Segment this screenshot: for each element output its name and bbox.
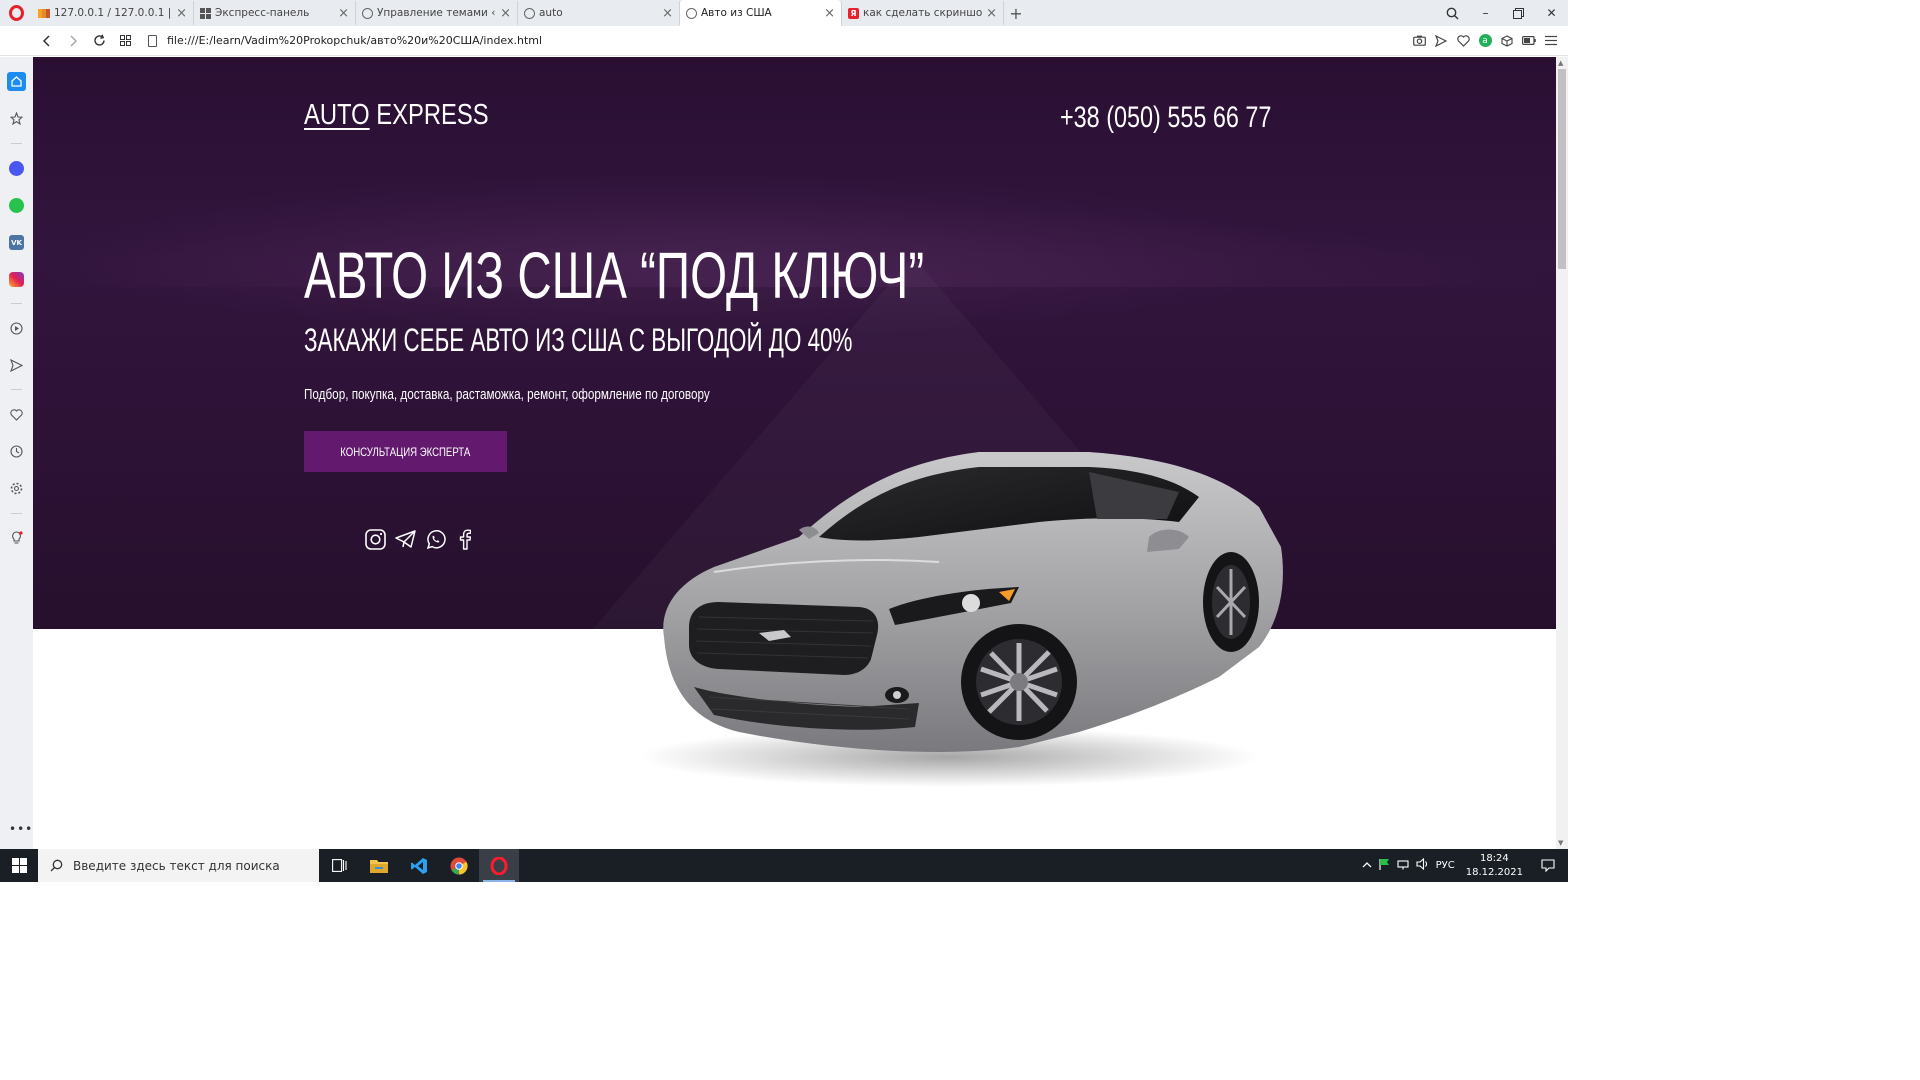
history-clock-icon[interactable] xyxy=(7,442,26,461)
bookmarks-star-icon[interactable] xyxy=(7,109,26,128)
close-tab-icon[interactable]: × xyxy=(338,6,349,21)
close-tab-icon[interactable]: × xyxy=(986,6,997,21)
easy-setup-icon[interactable] xyxy=(1542,32,1560,50)
close-tab-icon[interactable]: × xyxy=(500,6,511,21)
my-flow-heart-icon[interactable] xyxy=(7,405,26,424)
address-bar: file:///E:/learn/Vadim%20Prokopchuk/авто… xyxy=(0,26,1568,56)
clock[interactable]: 18:24 18.12.2021 xyxy=(1466,852,1523,880)
cube-icon[interactable] xyxy=(1498,32,1516,50)
scroll-down-arrow-icon[interactable]: ▼ xyxy=(1558,839,1563,847)
language-indicator[interactable]: РУС xyxy=(1436,860,1455,871)
file-explorer-icon[interactable] xyxy=(359,849,399,882)
lightbulb-icon[interactable] xyxy=(7,528,26,547)
tab-search-icon[interactable] xyxy=(1436,0,1469,26)
tab-title: Управление темами ‹ — W xyxy=(377,7,496,19)
restore-button[interactable] xyxy=(1502,0,1535,26)
tab-title: как сделать скриншот на xyxy=(863,7,983,19)
whatsapp-icon[interactable] xyxy=(424,527,446,551)
home-icon[interactable] xyxy=(7,72,26,91)
tab-phpmyadmin[interactable]: 127.0.0.1 / 127.0.0.1 | phpM × xyxy=(32,1,194,25)
instagram-icon[interactable] xyxy=(364,527,386,551)
page-scrollbar[interactable]: ▲ ▼ xyxy=(1556,57,1568,849)
url-text[interactable]: file:///E:/learn/Vadim%20Prokopchuk/авто… xyxy=(167,34,542,47)
taskbar-search-input[interactable] xyxy=(73,858,303,873)
telegram-icon[interactable] xyxy=(394,527,416,551)
hero-headline: АВТО ИЗ США “ПОД КЛЮЧ” xyxy=(304,238,925,312)
instagram-icon[interactable] xyxy=(7,270,26,289)
cta-label: КОНСУЛЬТАЦИЯ ЭКСПЕРТА xyxy=(340,444,471,459)
speed-dial-icon xyxy=(200,7,211,19)
phpmyadmin-icon xyxy=(38,8,50,18)
clock-time: 18:24 xyxy=(1479,852,1509,864)
opera-taskbar-icon[interactable] xyxy=(479,849,519,882)
tabs-grid-icon[interactable] xyxy=(112,26,138,56)
windows-taskbar: РУС 18:24 18.12.2021 xyxy=(0,849,1568,882)
more-options-icon[interactable]: ••• xyxy=(9,822,33,836)
hero-subheadline: ЗАКАЖИ СЕБЕ АВТО ИЗ США С ВЫГОДОЙ ДО 40% xyxy=(304,322,853,358)
system-tray: РУС 18:24 18.12.2021 xyxy=(1362,849,1568,882)
browser-tab-strip: 127.0.0.1 / 127.0.0.1 | phpM × Экспресс-… xyxy=(0,0,1568,26)
send-icon[interactable] xyxy=(1432,32,1450,50)
tab-yandex-search[interactable]: Я как сделать скриншот на × xyxy=(842,1,1004,25)
social-links xyxy=(364,527,476,551)
extension-icon[interactable]: a xyxy=(1476,32,1494,50)
tab-auto-usa[interactable]: Авто из США × xyxy=(680,0,842,26)
tab-speed-dial[interactable]: Экспресс-панель × xyxy=(194,1,356,25)
settings-gear-icon[interactable] xyxy=(7,479,26,498)
opera-sidebar: VK ••• xyxy=(0,57,33,849)
vscode-icon[interactable] xyxy=(399,849,439,882)
tab-title: Авто из США xyxy=(701,7,772,19)
close-tab-icon[interactable]: × xyxy=(824,6,835,21)
yandex-icon: Я xyxy=(848,7,859,19)
reload-button[interactable] xyxy=(86,26,112,56)
flag-icon[interactable] xyxy=(1379,858,1390,874)
network-icon[interactable] xyxy=(1397,858,1409,873)
messenger-icon[interactable] xyxy=(7,159,26,178)
phone-number[interactable]: +38 (050) 555 66 77 xyxy=(1060,101,1271,135)
volume-icon[interactable] xyxy=(1416,857,1429,873)
heart-icon[interactable] xyxy=(1454,32,1472,50)
facebook-icon[interactable] xyxy=(454,527,476,551)
windows-start-button[interactable] xyxy=(0,849,38,882)
clock-date: 18.12.2021 xyxy=(1465,866,1523,878)
scroll-up-arrow-icon[interactable]: ▲ xyxy=(1558,59,1563,67)
tab-title: 127.0.0.1 / 127.0.0.1 | phpM xyxy=(54,7,172,19)
chrome-icon[interactable] xyxy=(439,849,479,882)
logo-part-auto: AUTO xyxy=(304,99,370,131)
page-icon xyxy=(148,34,157,47)
url-field[interactable]: file:///E:/learn/Vadim%20Prokopchuk/авто… xyxy=(148,34,542,47)
battery-icon[interactable] xyxy=(1520,32,1538,50)
forward-button[interactable] xyxy=(60,26,86,56)
page-viewport: AUTO EXPRESS +38 (050) 555 66 77 АВТО ИЗ… xyxy=(33,57,1556,849)
tab-auto[interactable]: auto × xyxy=(518,1,680,25)
car-image xyxy=(639,452,1283,787)
notifications-icon[interactable] xyxy=(1534,849,1562,882)
new-tab-button[interactable]: + xyxy=(1004,4,1028,23)
minimize-button[interactable]: – xyxy=(1469,0,1502,26)
vk-icon[interactable]: VK xyxy=(7,233,26,252)
scrollbar-thumb[interactable] xyxy=(1558,69,1566,269)
taskbar-search-box[interactable] xyxy=(38,849,319,882)
player-icon[interactable] xyxy=(7,319,26,338)
whatsapp-icon[interactable] xyxy=(7,196,26,215)
back-button[interactable] xyxy=(34,26,60,56)
globe-icon xyxy=(524,7,535,19)
snapshot-icon[interactable] xyxy=(1410,32,1428,50)
tab-title: auto xyxy=(539,7,563,19)
site-logo[interactable]: AUTO EXPRESS xyxy=(304,99,489,132)
close-window-button[interactable]: ✕ xyxy=(1535,0,1568,26)
tab-themes[interactable]: Управление темами ‹ — W × xyxy=(356,1,518,25)
search-icon xyxy=(50,859,63,872)
flow-send-icon[interactable] xyxy=(7,356,26,375)
globe-icon xyxy=(686,7,697,19)
expert-consultation-button[interactable]: КОНСУЛЬТАЦИЯ ЭКСПЕРТА xyxy=(304,431,507,472)
task-view-icon[interactable] xyxy=(319,849,359,882)
opera-menu-icon[interactable] xyxy=(0,0,32,26)
logo-part-express: EXPRESS xyxy=(369,99,489,131)
chevron-up-icon[interactable] xyxy=(1362,860,1372,871)
close-tab-icon[interactable]: × xyxy=(662,6,673,21)
tab-title: Экспресс-панель xyxy=(215,7,310,19)
globe-icon xyxy=(362,7,373,19)
close-tab-icon[interactable]: × xyxy=(176,6,187,21)
